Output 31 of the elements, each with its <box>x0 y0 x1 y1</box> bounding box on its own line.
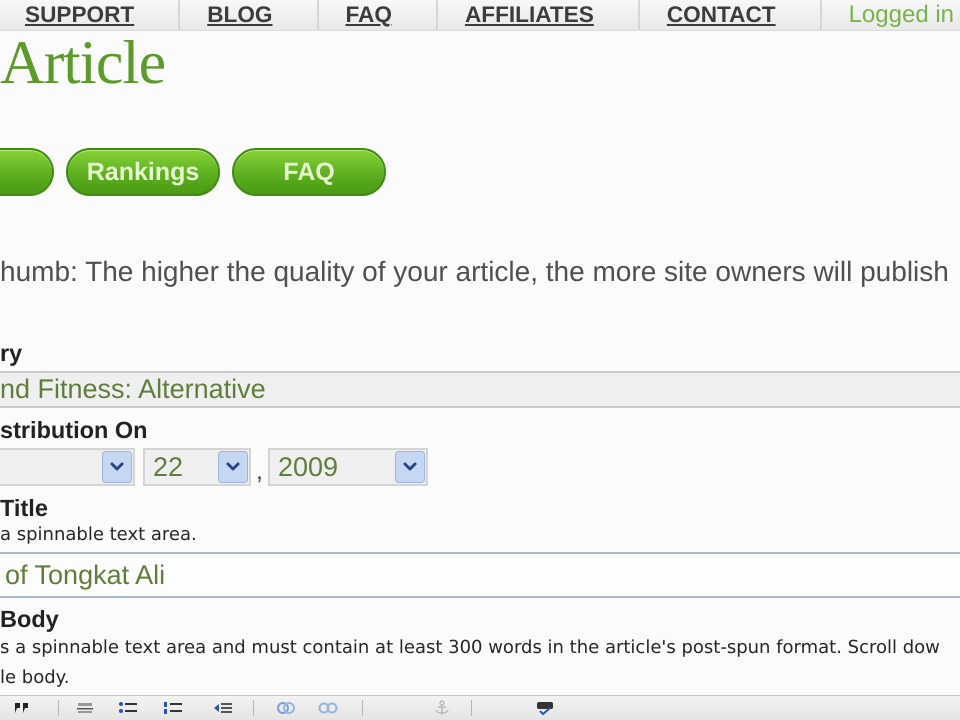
login-status: Logged in <box>848 0 954 30</box>
text-lines-icon[interactable] <box>75 700 95 716</box>
menu-button[interactable]: FAQ <box>232 148 386 196</box>
menu-button[interactable] <box>0 148 54 196</box>
chevron-down-icon <box>218 451 248 483</box>
year-dropdown[interactable]: 2009 <box>268 448 428 486</box>
category-dropdown[interactable]: nd Fitness: Alternative <box>0 371 960 408</box>
field-label: stribution On <box>0 416 148 444</box>
hint-text: humb: The higher the quality of your article, the more site owners will publish <box>0 255 949 289</box>
date-separator: , <box>256 456 263 486</box>
help-text: s a spinnable text area and must contain at least 300 words in the article's post-spun format. Scroll dow <box>0 636 940 660</box>
nav-link[interactable]: CONTACT <box>666 2 776 28</box>
nav-link[interactable]: BLOG <box>207 2 272 28</box>
nav-link[interactable]: SUPPORT <box>25 2 134 28</box>
help-text: le body. <box>0 666 70 690</box>
list-icon[interactable] <box>163 700 183 716</box>
help-text: a spinnable text area. <box>0 523 197 547</box>
field-label: ry <box>0 339 22 367</box>
nav-link[interactable]: FAQ <box>346 2 392 28</box>
chevron-down-icon <box>102 451 132 483</box>
field-label: Title <box>0 494 48 522</box>
nav-link[interactable]: AFFILIATES <box>464 2 594 28</box>
bullet-list-icon[interactable] <box>118 700 138 716</box>
title-input[interactable]: of Tongkat Ali <box>0 552 960 598</box>
menu-button[interactable]: Rankings <box>66 148 220 196</box>
outdent-icon[interactable] <box>213 700 233 716</box>
checkmark-icon[interactable] <box>535 700 555 716</box>
page-title: Article <box>0 31 166 95</box>
field-label: Body <box>0 605 59 633</box>
day-dropdown[interactable]: 22 <box>143 448 251 486</box>
chevron-down-icon <box>394 451 425 483</box>
